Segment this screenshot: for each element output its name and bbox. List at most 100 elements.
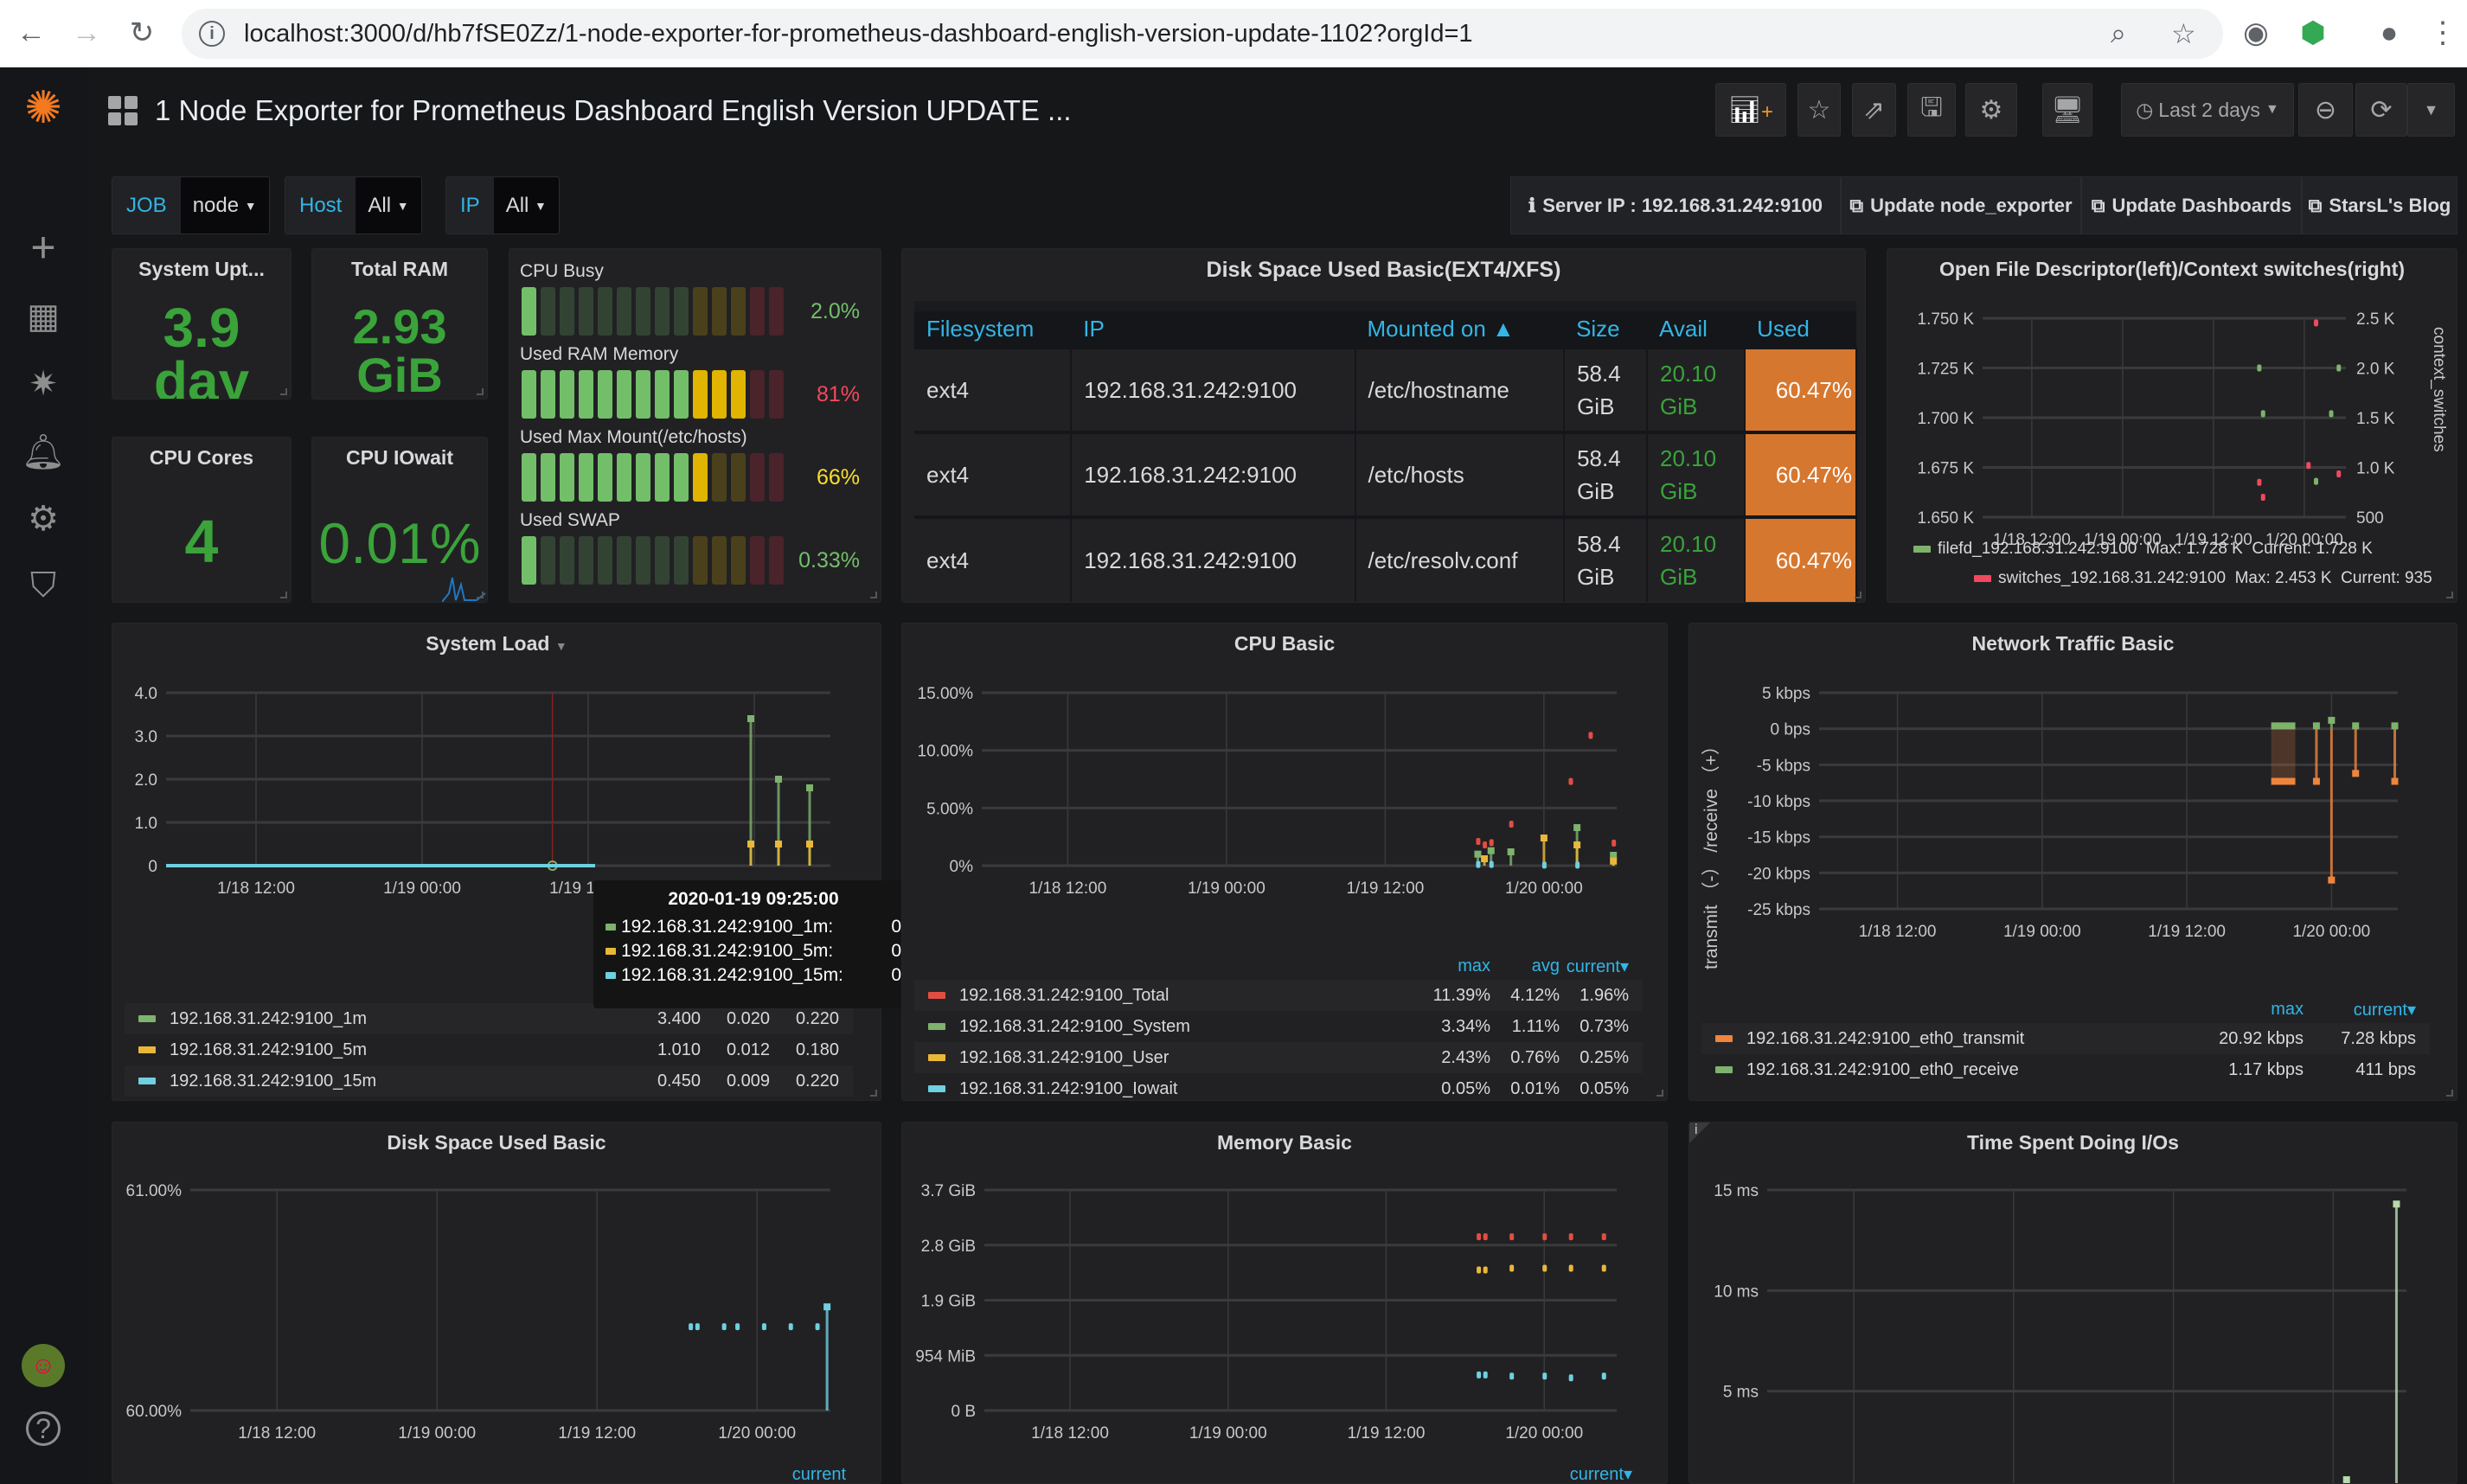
bar-gauge-segment [522,453,536,502]
dashboard-settings-button[interactable]: ⚙ [1965,83,2017,137]
back-icon[interactable]: ← [10,12,52,54]
panel-title[interactable]: CPU Cores [112,446,291,470]
url-text[interactable]: localhost:3000/d/hb7fSE0Zz/1-node-export… [244,20,1473,48]
legend-item[interactable]: 192.168.31.242:9100_eth0_receive 1.17 kbp… [1701,1054,2430,1085]
server-admin-shield-icon[interactable]: ⛉ [22,564,65,607]
save-dashboard-button[interactable]: 🖫︎ [1907,83,1956,137]
resize-handle[interactable] [280,592,287,598]
dashboard-title-text[interactable]: 1 Node Exporter for Prometheus Dashboard… [155,94,1072,127]
legend-column-header[interactable]: max [2191,1000,2304,1020]
column-header[interactable]: Avail [1647,301,1746,348]
panel-title[interactable]: System Upt... [112,258,291,281]
bookmark-star-icon[interactable]: ☆ [2171,17,2196,50]
update-dashboards-link[interactable]: ⧉ Update Dashboards [2081,176,2302,234]
legend-column-header[interactable]: current▾ [2304,999,2416,1020]
resize-handle[interactable] [280,388,287,395]
graph-area[interactable]: 1/18 12:00 1/19 00:00 1/19 12:00 1/20 00:00… [902,624,1667,952]
resize-handle[interactable] [1656,1090,1663,1097]
bar-gauge-segment [731,453,746,502]
legend-column-current[interactable]: current [777,1466,846,1483]
configuration-gear-icon[interactable]: ⚙ [22,497,65,541]
legend-column-header[interactable]: avg [1490,956,1560,976]
graph-area[interactable]: 1/18 12:00 1/19 00:00 1/19 12:00 1/20 00:00… [1689,624,2457,1004]
legend-item[interactable]: 192.168.31.242:9100_5m 1.010 0.012 0.180 [125,1034,853,1065]
user-avatar[interactable]: ☺ [22,1344,65,1387]
panel-title[interactable]: Total RAM [312,258,487,281]
y-right-tick-label: 1.5 K [2356,410,2395,428]
update-node-exporter-link[interactable]: ⧉ Update node_exporter [1841,176,2081,234]
legend-item[interactable]: 192.168.31.242:9100_15m 0.450 0.009 0.220 [125,1065,853,1097]
resize-handle[interactable] [477,388,484,395]
panel-title[interactable]: Disk Space Used Basic(EXT4/XFS) [902,258,1865,283]
address-bar[interactable]: i localhost:3000/d/hb7fSE0Zz/1-node-expo… [182,9,2223,59]
forward-icon[interactable]: → [66,12,107,54]
extension-icon-2[interactable]: ⬢ [2292,12,2334,54]
column-header[interactable]: Filesystem [914,301,1072,348]
variable-ip[interactable]: IP All ▼ [445,176,560,234]
legend-item[interactable]: switches_192.168.31.242:9100 Max: 2.453 … [1913,564,2432,593]
legend-avg: 0.020 [726,1008,770,1028]
zoom-icon[interactable]: ⌕ [2111,17,2126,50]
legend-column-header[interactable]: current▾ [1560,956,1629,977]
graph-area[interactable]: 1/18 12:00 1/19 00:00 1/19 12:00 1/20 00:00… [902,1123,1667,1483]
browser-menu-icon[interactable]: ⋮ [2422,12,2464,54]
variable-value[interactable]: All ▼ [493,177,559,233]
resize-handle[interactable] [1855,592,1861,598]
explore-compass-icon[interactable]: ✷ [22,362,65,406]
variable-value[interactable]: node ▼ [180,177,269,233]
legend-header: current [777,1466,860,1483]
legend-column-current[interactable]: current▾ [1563,1466,1632,1483]
share-dashboard-button[interactable]: ⇗ [1852,83,1896,137]
graph-area[interactable]: 1/18 12:00 1/19 00:00 1/19 12:00 1/20 00:00… [112,1123,881,1483]
dashboard-title[interactable]: 1 Node Exporter for Prometheus Dashboard… [108,86,1072,135]
extension-icon[interactable]: ◉ [2235,12,2277,54]
variable-host[interactable]: Host All ▼ [285,176,422,234]
resize-handle[interactable] [2446,592,2453,598]
legend-item[interactable]: 192.168.31.242:9100_User 2.43% 0.76% 0.25% [914,1042,1643,1073]
refresh-interval-dropdown[interactable]: ▼ [2407,83,2455,137]
refresh-button[interactable]: ⟳ [2355,83,2407,137]
resize-handle[interactable] [477,592,484,598]
legend-column-header[interactable]: max [1421,956,1490,976]
grafana-logo-icon[interactable]: ✺ [22,83,65,133]
stat-value: 2.93 GiB [312,303,487,400]
legend-item[interactable]: 192.168.31.242:9100_System 3.34% 1.11% 0.73… [914,1011,1643,1042]
star-dashboard-button[interactable]: ☆ [1797,83,1841,137]
help-icon[interactable]: ? [26,1411,61,1446]
server-ip-link[interactable]: ℹ Server IP : 192.168.31.242:9100 [1510,176,1841,234]
panel-system-uptime: System Upt... 3.9 day [112,248,292,400]
variable-value[interactable]: All ▼ [356,177,421,233]
bar-gauge-label: Used Max Mount(/etc/hosts) [520,427,747,447]
time-picker-button[interactable]: ◷ Last 2 days ▼ [2121,83,2294,137]
zoom-out-button[interactable]: ⊖ [2298,83,2353,137]
column-header[interactable]: Size [1564,301,1647,348]
create-plus-icon[interactable]: + [22,223,65,272]
reload-icon[interactable]: ↻ [121,12,163,54]
bar-gauge-segment [522,536,536,585]
legend-item[interactable]: 192.168.31.242:9100_Iowait 0.05% 0.01% 0.05… [914,1073,1643,1099]
resize-handle[interactable] [2446,1090,2453,1097]
data-point [1483,1233,1488,1241]
alerting-bell-icon[interactable]: 🔔︎ [22,430,66,473]
dashboards-icon[interactable]: ▦ [22,295,65,338]
variable-job[interactable]: JOB node ▼ [112,176,270,234]
legend-item[interactable]: 192.168.31.242:9100_eth0_transmit 20.92 k… [1701,1023,2430,1054]
external-link-icon: ⧉ [2308,194,2323,216]
graph-area[interactable]: 5 ms 10 ms 15 ms [1689,1123,2457,1483]
site-info-icon[interactable]: i [199,21,225,47]
add-panel-button[interactable]: 📊︎+ [1715,83,1786,137]
resize-handle[interactable] [870,592,877,598]
bar-gauge-segment [636,287,650,336]
panel-title[interactable]: CPU IOwait [312,446,487,470]
tv-mode-button[interactable]: 🖥︎ [2042,83,2092,137]
column-header[interactable]: Used [1745,301,1856,348]
column-header[interactable]: Mounted on ▲ [1355,301,1565,348]
column-header[interactable]: IP [1071,301,1355,348]
legend-item[interactable]: 192.168.31.242:9100_Total 11.39% 4.12% 1.96… [914,980,1643,1011]
legend-item[interactable]: filefd_192.168.31.242:9100 Max: 1.728 K … [1913,534,2432,564]
x-tick-label: 1/18 12:00 [217,880,295,898]
profile-avatar-icon[interactable]: ● [2368,12,2410,54]
blog-link[interactable]: ⧉ StarsL's Blog [2302,176,2457,234]
resize-handle[interactable] [870,1090,877,1097]
legend-header: current▾ [1563,1466,1646,1483]
